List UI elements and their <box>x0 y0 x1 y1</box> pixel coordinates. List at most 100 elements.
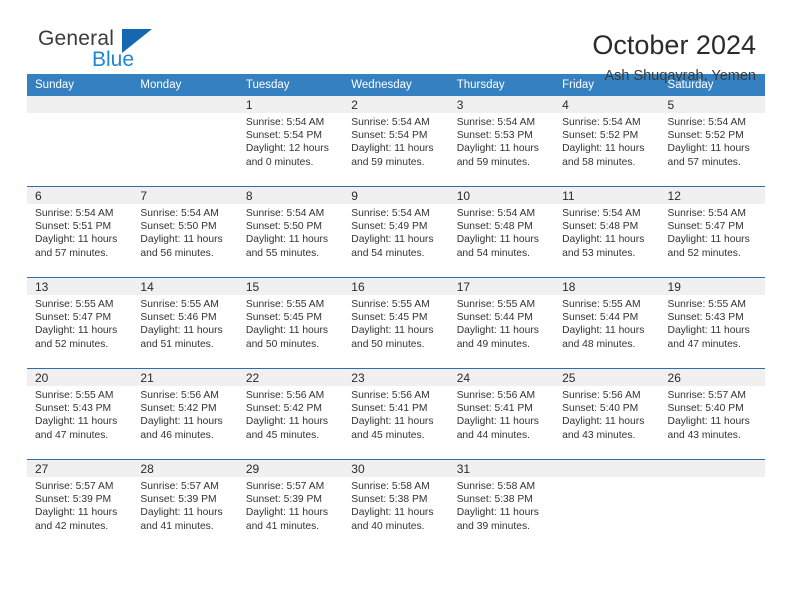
weekday-header-wednesday: Wednesday <box>343 74 449 96</box>
day-number: 16 <box>343 278 449 295</box>
daylight-text-line1: Daylight: 11 hours <box>351 325 434 337</box>
sunset-text: Sunset: 5:46 PM <box>140 312 217 324</box>
day-details: Sunrise: 5:54 AM Sunset: 5:48 PM Daylight:… <box>554 204 659 260</box>
calendar-day-cell[interactable]: 28 Sunrise: 5:57 AM Sunset: 5:39 PM Dayligh… <box>132 459 238 550</box>
daylight-text-line1: Daylight: 11 hours <box>140 234 223 246</box>
sunrise-text: Sunrise: 5:54 AM <box>456 208 536 219</box>
sunset-text: Sunset: 5:43 PM <box>667 312 744 324</box>
sunset-text: Sunset: 5:44 PM <box>562 312 639 324</box>
daylight-text-line2: and 58 minutes. <box>562 156 636 168</box>
calendar-day-cell[interactable]: 20 Sunrise: 5:55 AM Sunset: 5:43 PM Dayligh… <box>27 368 133 460</box>
calendar-day-cell[interactable]: 7 Sunrise: 5:54 AM Sunset: 5:50 PM Daylight… <box>132 186 238 278</box>
sunrise-text: Sunrise: 5:57 AM <box>245 481 325 492</box>
weekday-header-thursday: Thursday <box>448 74 555 96</box>
page-title: October 2024 <box>592 30 756 60</box>
day-details: Sunrise: 5:56 AM Sunset: 5:41 PM Daylight:… <box>343 386 448 442</box>
calendar-day-cell-empty <box>659 459 765 550</box>
calendar-day-cell[interactable]: 4 Sunrise: 5:54 AM Sunset: 5:52 PM Daylight… <box>554 96 660 187</box>
daylight-text-line2: and 44 minutes. <box>456 429 530 441</box>
calendar-day-cell[interactable]: 18 Sunrise: 5:55 AM Sunset: 5:44 PM Dayligh… <box>554 277 660 369</box>
sunrise-text: Sunrise: 5:57 AM <box>35 481 114 492</box>
general-blue-logo: General Blue <box>30 28 160 80</box>
daylight-text-line2: and 57 minutes. <box>35 247 109 259</box>
day-details: Sunrise: 5:55 AM Sunset: 5:46 PM Daylight:… <box>132 295 237 351</box>
calendar-day-cell[interactable]: 27 Sunrise: 5:57 AM Sunset: 5:39 PM Dayligh… <box>27 459 133 550</box>
daylight-text-line2: and 52 minutes. <box>667 247 741 259</box>
calendar-day-cell[interactable]: 3 Sunrise: 5:54 AM Sunset: 5:53 PM Daylight… <box>448 96 555 187</box>
calendar-day-cell[interactable]: 5 Sunrise: 5:54 AM Sunset: 5:52 PM Daylight… <box>659 96 765 187</box>
calendar-day-cell[interactable]: 25 Sunrise: 5:56 AM Sunset: 5:40 PM Dayligh… <box>554 368 660 460</box>
calendar-day-cell[interactable]: 1 Sunrise: 5:54 AM Sunset: 5:54 PM Daylight… <box>237 96 344 187</box>
calendar-day-cell[interactable]: 15 Sunrise: 5:55 AM Sunset: 5:45 PM Dayligh… <box>237 277 344 369</box>
sunset-text: Sunset: 5:40 PM <box>667 403 744 415</box>
daylight-text-line1: Daylight: 11 hours <box>245 416 329 428</box>
day-details: Sunrise: 5:54 AM Sunset: 5:48 PM Daylight:… <box>449 204 554 260</box>
calendar-day-cell[interactable]: 12 Sunrise: 5:54 AM Sunset: 5:47 PM Dayligh… <box>659 186 765 278</box>
sunset-text: Sunset: 5:39 PM <box>140 494 217 506</box>
calendar-day-cell[interactable]: 23 Sunrise: 5:56 AM Sunset: 5:41 PM Dayligh… <box>343 368 449 460</box>
daylight-text-line1: Daylight: 11 hours <box>562 143 645 155</box>
day-number: 13 <box>27 278 133 295</box>
daylight-text-line2: and 41 minutes. <box>140 520 214 532</box>
day-number: 3 <box>448 96 555 113</box>
calendar-day-cell-empty <box>554 459 660 550</box>
calendar-day-cell[interactable]: 30 Sunrise: 5:58 AM Sunset: 5:38 PM Dayligh… <box>343 459 449 550</box>
sunset-text: Sunset: 5:47 PM <box>667 221 744 233</box>
day-details: Sunrise: 5:58 AM Sunset: 5:38 PM Daylight:… <box>449 477 554 533</box>
sunrise-text: Sunrise: 5:56 AM <box>562 390 641 401</box>
daylight-text-line1: Daylight: 11 hours <box>456 416 539 428</box>
calendar-day-cell[interactable]: 19 Sunrise: 5:55 AM Sunset: 5:43 PM Dayligh… <box>659 277 765 369</box>
day-number: 29 <box>237 460 344 477</box>
day-details: Sunrise: 5:54 AM Sunset: 5:53 PM Daylight:… <box>449 113 554 169</box>
logo-text-general: General <box>38 27 115 50</box>
daylight-text-line1: Daylight: 11 hours <box>140 416 223 428</box>
calendar-page: General Blue October 2024 Ash Shuqayrah,… <box>0 0 792 612</box>
daylight-text-line1: Daylight: 11 hours <box>351 234 434 246</box>
calendar-day-cell[interactable]: 16 Sunrise: 5:55 AM Sunset: 5:45 PM Dayligh… <box>343 277 449 369</box>
sunset-text: Sunset: 5:42 PM <box>140 403 217 415</box>
daylight-text-line2: and 48 minutes. <box>562 338 636 350</box>
calendar-day-cell[interactable]: 10 Sunrise: 5:54 AM Sunset: 5:48 PM Dayligh… <box>448 186 555 278</box>
calendar-day-cell[interactable]: 26 Sunrise: 5:57 AM Sunset: 5:40 PM Dayligh… <box>659 368 765 460</box>
calendar-day-cell[interactable]: 14 Sunrise: 5:55 AM Sunset: 5:46 PM Dayligh… <box>132 277 238 369</box>
day-number: 31 <box>448 460 555 477</box>
sunset-text: Sunset: 5:49 PM <box>351 221 428 233</box>
sunset-text: Sunset: 5:50 PM <box>140 221 217 233</box>
daylight-text-line1: Daylight: 11 hours <box>456 507 539 519</box>
calendar-day-cell[interactable]: 8 Sunrise: 5:54 AM Sunset: 5:50 PM Daylight… <box>237 186 344 278</box>
daylight-text-line2: and 55 minutes. <box>245 247 320 259</box>
calendar-day-cell[interactable]: 6 Sunrise: 5:54 AM Sunset: 5:51 PM Daylight… <box>27 186 133 278</box>
calendar-day-cell[interactable]: 24 Sunrise: 5:56 AM Sunset: 5:41 PM Dayligh… <box>448 368 555 460</box>
daylight-text-line1: Daylight: 11 hours <box>245 234 329 246</box>
calendar-day-cell[interactable]: 29 Sunrise: 5:57 AM Sunset: 5:39 PM Dayligh… <box>237 459 344 550</box>
calendar-day-cell[interactable]: 22 Sunrise: 5:56 AM Sunset: 5:42 PM Dayligh… <box>237 368 344 460</box>
day-details: Sunrise: 5:57 AM Sunset: 5:39 PM Daylight:… <box>27 477 132 533</box>
day-number: 10 <box>448 187 555 204</box>
page-header: General Blue October 2024 Ash Shuqayrah,… <box>0 0 792 84</box>
sunrise-text: Sunrise: 5:55 AM <box>35 390 114 401</box>
calendar-day-cell[interactable]: 13 Sunrise: 5:55 AM Sunset: 5:47 PM Dayligh… <box>27 277 133 369</box>
calendar-day-cell[interactable]: 2 Sunrise: 5:54 AM Sunset: 5:54 PM Daylight… <box>343 96 449 187</box>
calendar-day-cell[interactable]: 21 Sunrise: 5:56 AM Sunset: 5:42 PM Dayligh… <box>132 368 238 460</box>
sunrise-text: Sunrise: 5:54 AM <box>140 208 219 219</box>
calendar-day-cell[interactable]: 11 Sunrise: 5:54 AM Sunset: 5:48 PM Dayligh… <box>554 186 660 278</box>
day-details: Sunrise: 5:54 AM Sunset: 5:52 PM Daylight:… <box>554 113 659 169</box>
sunrise-text: Sunrise: 5:54 AM <box>667 208 746 219</box>
logo-text-blue: Blue <box>92 48 135 71</box>
sunrise-text: Sunrise: 5:54 AM <box>351 117 430 128</box>
sunset-text: Sunset: 5:48 PM <box>562 221 639 233</box>
calendar-day-cell[interactable]: 17 Sunrise: 5:55 AM Sunset: 5:44 PM Dayligh… <box>448 277 555 369</box>
sunrise-text: Sunrise: 5:56 AM <box>245 390 325 401</box>
calendar-day-cell[interactable]: 31 Sunrise: 5:58 AM Sunset: 5:38 PM Dayligh… <box>448 459 555 550</box>
daylight-text-line2: and 47 minutes. <box>35 429 109 441</box>
day-details: Sunrise: 5:54 AM Sunset: 5:50 PM Daylight:… <box>132 204 237 260</box>
calendar-week-row: 1 Sunrise: 5:54 AM Sunset: 5:54 PM Daylight… <box>27 96 765 187</box>
daylight-text-line2: and 59 minutes. <box>351 156 425 168</box>
daylight-text-line2: and 0 minutes. <box>245 156 314 168</box>
sunset-text: Sunset: 5:52 PM <box>667 130 744 142</box>
sunrise-text: Sunrise: 5:58 AM <box>351 481 430 492</box>
daylight-text-line2: and 51 minutes. <box>140 338 214 350</box>
daylight-text-line2: and 54 minutes. <box>351 247 425 259</box>
calendar-day-cell[interactable]: 9 Sunrise: 5:54 AM Sunset: 5:49 PM Daylight… <box>343 186 449 278</box>
day-number: 5 <box>659 96 765 113</box>
